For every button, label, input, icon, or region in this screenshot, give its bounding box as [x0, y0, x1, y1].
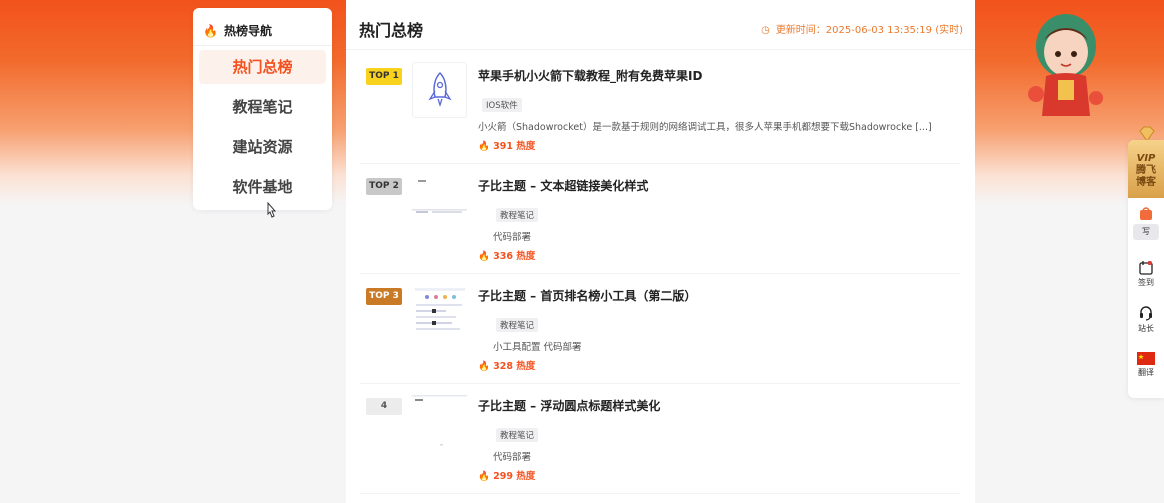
translate-label: 翻译	[1138, 368, 1154, 377]
write-label: 写	[1133, 224, 1159, 240]
page-title: 热门总榜	[359, 21, 424, 40]
heat-count: 🔥 328 热度	[478, 358, 535, 372]
update-time-text: 更新时间：2025-06-03 13:35:19 (实时)	[775, 25, 963, 36]
hot-list-header: 热门总榜 ◷ 更新时间：2025-06-03 13:35:19 (实时)	[346, 0, 975, 50]
hot-nav-header: 🔥 热榜导航	[193, 8, 332, 46]
category-tag[interactable]: 教程笔记	[496, 318, 539, 332]
checkin-label: 签到	[1138, 278, 1154, 287]
rank-badge: TOP 1	[366, 68, 402, 85]
translate-button[interactable]: 翻译	[1128, 352, 1164, 378]
rank-badge: 4	[366, 398, 402, 415]
rocket-icon	[428, 71, 452, 108]
rank-badge: TOP 3	[366, 288, 402, 305]
vip-brand-line2: 博客	[1136, 177, 1156, 188]
item-title[interactable]: 子比主题 – 首页排名榜小工具（第二版）	[478, 287, 696, 304]
fire-icon: 🔥	[478, 251, 490, 262]
update-time: ◷ 更新时间：2025-06-03 13:35:19 (实时)	[761, 21, 963, 36]
item-category: 代码部署	[493, 232, 532, 243]
heat-value: 299 热度	[493, 471, 536, 482]
headset-icon	[1140, 306, 1152, 321]
hot-nav-title: 热榜导航	[223, 24, 272, 38]
bag-icon	[1140, 207, 1152, 220]
article-thumbnail[interactable]	[412, 392, 467, 448]
list-item[interactable]: 4 子比主题 – 浮动圆点标题样式美化 教程笔记 代码部署 🔥 299 热度	[360, 392, 960, 494]
hot-nav-card: 🔥 热榜导航 热门总榜 教程笔记 建站资源 软件基地	[193, 8, 332, 210]
list-item[interactable]: TOP 2 子比主题 – 文本超链接美化样式 教程笔记 代码部署 🔥 336 热…	[360, 172, 960, 274]
vip-label: VIP	[1136, 153, 1156, 164]
screenshot-preview-icon	[412, 282, 467, 338]
mouse-cursor-icon	[267, 202, 277, 218]
nav-item-tutorials[interactable]: 教程笔记	[199, 90, 326, 124]
item-title[interactable]: 子比主题 – 浮动圆点标题样式美化	[478, 397, 660, 414]
category-tag[interactable]: 教程笔记	[496, 428, 539, 442]
china-flag-icon	[1137, 352, 1155, 365]
admin-button[interactable]: 站长	[1128, 305, 1164, 334]
heat-value: 336 热度	[493, 251, 536, 262]
nav-item-hot-total[interactable]: 热门总榜	[199, 50, 326, 84]
list-item[interactable]: TOP 1 苹果手机小火箭下载教程_附有免费苹果ID IOS软件 小火箭（Sha…	[360, 62, 960, 164]
article-thumbnail[interactable]	[412, 282, 467, 338]
list-item[interactable]: TOP 3 子比主题 – 首页排名榜小工具（第二版） 教程笔记 小工具配置 代码…	[360, 282, 960, 384]
admin-label: 站长	[1138, 324, 1154, 333]
nav-item-software[interactable]: 软件基地	[199, 170, 326, 204]
heat-value: 328 热度	[493, 361, 536, 372]
heat-value: 391 热度	[493, 141, 536, 152]
vip-brand-line1: 腾飞	[1136, 165, 1156, 176]
fire-icon: 🔥	[478, 361, 490, 372]
clock-icon: ◷	[761, 25, 770, 36]
heat-count: 🔥 336 热度	[478, 248, 535, 262]
item-description: 小火箭（Shadowrocket）是一款基于规则的网络调试工具，很多人苹果手机都…	[478, 122, 932, 133]
item-category: 代码部署	[493, 452, 532, 463]
heat-count: 🔥 391 热度	[478, 138, 535, 152]
article-thumbnail[interactable]	[412, 172, 467, 228]
rank-badge: TOP 2	[366, 178, 402, 195]
category-tag[interactable]: 教程笔记	[496, 208, 539, 222]
screenshot-preview-icon	[412, 172, 467, 228]
fire-icon: 🔥	[203, 24, 218, 38]
rocket-thumbnail[interactable]	[412, 62, 467, 118]
item-title[interactable]: 苹果手机小火箭下载教程_附有免费苹果ID	[478, 67, 702, 84]
checkin-button[interactable]: 签到	[1128, 260, 1164, 288]
heat-count: 🔥 299 热度	[478, 468, 535, 482]
fire-icon: 🔥	[478, 141, 490, 152]
nav-item-site-resources[interactable]: 建站资源	[199, 130, 326, 164]
hot-list-panel: 热门总榜 ◷ 更新时间：2025-06-03 13:35:19 (实时) TOP …	[346, 0, 975, 503]
vip-button[interactable]: VIP 腾飞 博客	[1128, 140, 1164, 198]
mascot-illustration	[1028, 14, 1103, 116]
fire-icon: 🔥	[478, 471, 490, 482]
item-title[interactable]: 子比主题 – 文本超链接美化样式	[478, 177, 648, 194]
write-button[interactable]: 写	[1128, 206, 1164, 240]
calendar-icon	[1139, 261, 1153, 275]
category-tag[interactable]: IOS软件	[482, 98, 522, 112]
item-category: 小工具配置 代码部署	[493, 342, 582, 353]
screenshot-preview-icon	[412, 392, 467, 448]
